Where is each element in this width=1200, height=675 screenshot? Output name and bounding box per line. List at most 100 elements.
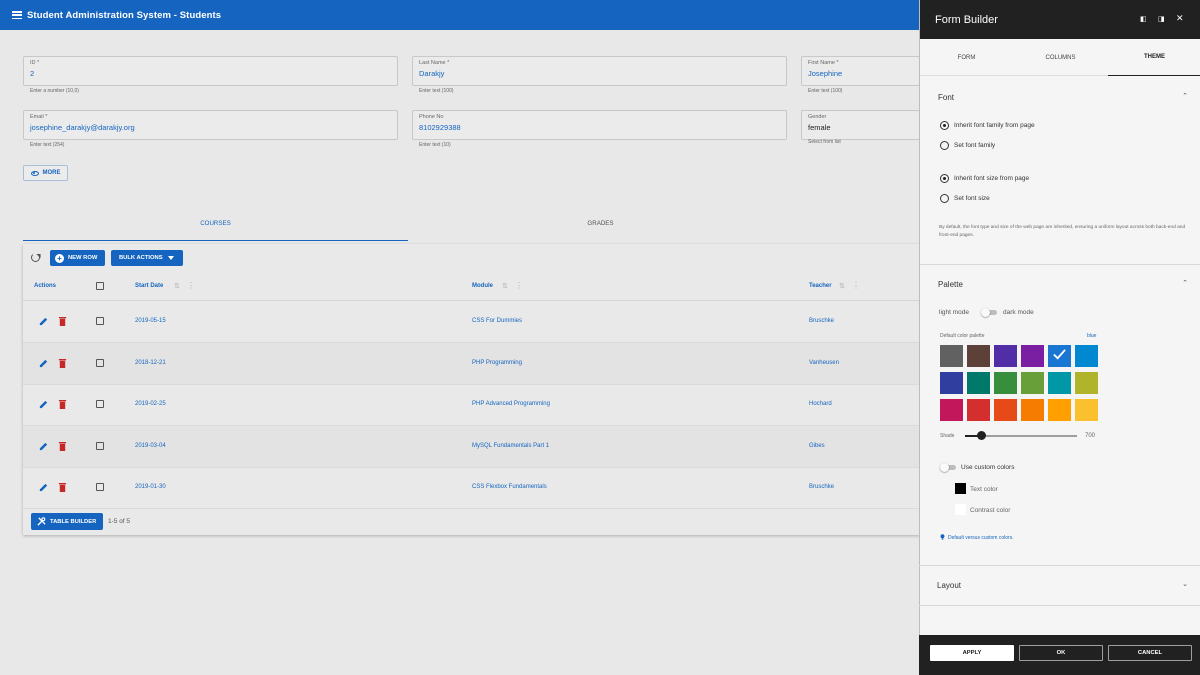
palette-swatch[interactable]	[1048, 399, 1071, 421]
layout-section-title[interactable]: Layout	[937, 581, 961, 590]
caret-down-icon	[167, 256, 174, 260]
column-menu-icon[interactable]: ⋮	[187, 281, 195, 290]
palette-swatch[interactable]	[940, 399, 963, 421]
refresh-icon[interactable]	[31, 253, 40, 262]
row-checkbox[interactable]	[96, 358, 104, 367]
ok-button[interactable]: OK	[1019, 645, 1103, 661]
palette-swatch[interactable]	[1075, 399, 1098, 421]
dark-mode-label: dark mode	[1003, 309, 1034, 316]
table-row[interactable]: 2019-01-30 CSS Flexbox Fundamentals Brusch…	[23, 467, 920, 510]
column-header-teacher[interactable]: Teacher	[809, 283, 832, 289]
inherit-font-family-radio[interactable]	[940, 121, 949, 130]
delete-icon[interactable]	[58, 358, 67, 369]
chevron-up-icon[interactable]: ⌃	[1182, 92, 1188, 100]
palette-swatch[interactable]	[1021, 399, 1044, 421]
more-button[interactable]: MORE	[23, 165, 68, 181]
table-row[interactable]: 2018-12-21 PHP Programming Vanheusen	[23, 342, 920, 385]
delete-icon[interactable]	[58, 316, 67, 327]
apply-button[interactable]: APPLY	[930, 645, 1014, 661]
delete-icon[interactable]	[58, 482, 67, 493]
sort-icon[interactable]: ⇅	[502, 282, 508, 290]
table-footer: TABLE BUILDER 1-5 of 5	[23, 510, 920, 535]
palette-swatch[interactable]	[1075, 372, 1098, 394]
text-color-swatch[interactable]	[955, 483, 966, 494]
table-row[interactable]: 2019-05-15 CSS For Dummies Bruschke	[23, 301, 920, 343]
palette-swatch[interactable]	[1048, 372, 1071, 394]
contrast-color-swatch[interactable]	[955, 504, 966, 515]
tab-grades[interactable]: GRADES	[408, 206, 793, 241]
set-font-size-label: Set font size	[954, 195, 990, 202]
edit-icon[interactable]	[38, 441, 49, 452]
use-custom-colors-toggle[interactable]	[940, 463, 957, 472]
font-section-title[interactable]: Font	[938, 93, 954, 102]
palette-swatch[interactable]	[940, 372, 963, 394]
palette-swatch[interactable]	[1021, 345, 1044, 367]
cancel-button[interactable]: CANCEL	[1108, 645, 1192, 661]
dock-right-icon[interactable]: ◨	[1158, 15, 1165, 23]
column-menu-icon[interactable]: ⋮	[852, 281, 860, 290]
palette-section-title[interactable]: Palette	[938, 280, 963, 289]
gender-select[interactable]: Gender female	[801, 110, 920, 140]
gender-select-hint: Select from list	[808, 139, 841, 145]
palette-swatch[interactable]	[967, 345, 990, 367]
last-name-field[interactable]: Last Name * Darakjy	[412, 56, 787, 86]
chevron-up-icon[interactable]: ⌃	[1182, 279, 1188, 287]
edit-icon[interactable]	[38, 399, 49, 410]
palette-swatch[interactable]	[994, 399, 1017, 421]
row-checkbox[interactable]	[96, 483, 104, 492]
palette-swatch[interactable]	[994, 345, 1017, 367]
row-checkbox[interactable]	[96, 400, 104, 409]
id-field[interactable]: ID * 2	[23, 56, 398, 86]
set-font-size-radio[interactable]	[940, 194, 949, 203]
palette-swatch[interactable]	[1048, 345, 1071, 367]
default-vs-custom-link[interactable]: Default versus custom colors.	[948, 535, 1014, 541]
cell-start-date: 2019-02-25	[135, 401, 166, 408]
tab-columns[interactable]: COLUMNS	[1014, 39, 1107, 76]
new-row-button[interactable]: + NEW ROW	[50, 250, 105, 266]
tab-theme[interactable]: THEME	[1108, 39, 1200, 76]
column-menu-icon[interactable]: ⋮	[515, 281, 523, 290]
first-name-field-value: Josephine	[808, 69, 843, 78]
inherit-font-size-radio[interactable]	[940, 174, 949, 183]
cell-teacher: Bruschke	[809, 318, 835, 324]
edit-icon[interactable]	[38, 316, 49, 327]
table-row[interactable]: 2019-02-25 PHP Advanced Programming Hochar…	[23, 384, 920, 427]
phone-field-label: Phone No	[419, 114, 444, 120]
edit-icon[interactable]	[38, 358, 49, 369]
close-icon[interactable]: ✕	[1176, 13, 1184, 24]
phone-field[interactable]: Phone No 8102929388	[412, 110, 787, 140]
palette-swatch[interactable]	[940, 345, 963, 367]
dock-left-icon[interactable]: ◧	[1140, 15, 1147, 23]
edit-icon[interactable]	[38, 482, 49, 493]
cell-start-date: 2019-01-30	[135, 484, 166, 491]
column-header-module[interactable]: Module	[472, 283, 493, 289]
shade-label: Shade	[940, 433, 955, 439]
sort-icon[interactable]: ⇅	[174, 282, 180, 290]
hamburger-menu-icon[interactable]	[12, 11, 22, 19]
shade-slider-handle[interactable]	[977, 431, 986, 440]
tab-form[interactable]: FORM	[920, 39, 1013, 76]
row-checkbox[interactable]	[96, 441, 104, 450]
delete-icon[interactable]	[58, 441, 67, 452]
delete-icon[interactable]	[58, 399, 67, 410]
cell-start-date: 2019-03-04	[135, 442, 166, 449]
column-header-start-date[interactable]: Start Date	[135, 283, 163, 289]
set-font-family-radio[interactable]	[940, 141, 949, 150]
palette-swatch[interactable]	[1021, 372, 1044, 394]
sort-icon[interactable]: ⇅	[839, 282, 845, 290]
table-row[interactable]: 2019-03-04 MySQL Fundamentals Part 1 Gibes	[23, 425, 920, 468]
dark-mode-toggle[interactable]	[981, 308, 998, 317]
row-checkbox[interactable]	[96, 317, 104, 325]
palette-swatch[interactable]	[967, 372, 990, 394]
tab-form-label: FORM	[957, 54, 976, 61]
palette-swatch[interactable]	[1075, 345, 1098, 367]
first-name-field[interactable]: First Name * Josephine	[801, 56, 920, 86]
chevron-down-icon[interactable]: ⌄	[1182, 580, 1188, 588]
email-field[interactable]: Email * josephine_darakjy@darakjy.org	[23, 110, 398, 140]
select-all-checkbox[interactable]	[96, 282, 104, 290]
palette-swatch[interactable]	[967, 399, 990, 421]
tab-courses[interactable]: COURSES	[23, 206, 408, 241]
table-builder-button[interactable]: TABLE BUILDER	[31, 513, 103, 530]
bulk-actions-button[interactable]: BULK ACTIONS	[111, 250, 183, 266]
palette-swatch[interactable]	[994, 372, 1017, 394]
